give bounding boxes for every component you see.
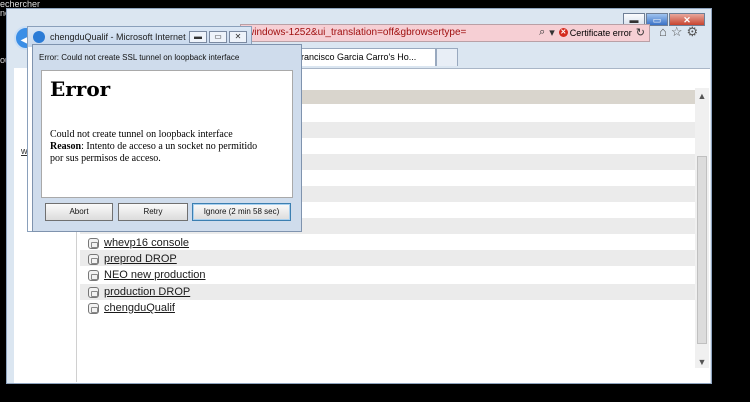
server-link[interactable]: NEO new production xyxy=(104,269,206,281)
toolbar-icons: ⌂ ☆ ⚙ xyxy=(659,24,698,40)
certificate-error-label: Certificate error xyxy=(569,27,632,38)
tools-icon[interactable]: ⚙ xyxy=(687,24,699,40)
database-icon xyxy=(88,286,99,298)
error-icon: ✕ xyxy=(558,28,568,37)
scroll-up-icon[interactable]: ▲ xyxy=(695,90,709,102)
scrollbar-thumb[interactable] xyxy=(697,156,707,344)
server-link[interactable]: chengduQualif xyxy=(104,302,175,314)
database-icon xyxy=(88,237,99,249)
error-heading: Error xyxy=(50,77,111,101)
search-icon[interactable]: ⌕ xyxy=(539,26,545,39)
dialog-message-panel: Error Could not create tunnel on loopbac… xyxy=(41,70,293,198)
reason-label: Reason xyxy=(50,141,82,152)
database-icon xyxy=(88,253,99,265)
dialog-title: Error: Could not create SSL tunnel on lo… xyxy=(39,53,240,62)
ignore-button[interactable]: Ignore (2 min 58 sec) xyxy=(192,203,291,221)
list-item[interactable]: whevp16 console xyxy=(88,235,189,251)
home-icon[interactable]: ⌂ xyxy=(659,24,667,40)
popup-close-button[interactable]: ✕ xyxy=(229,31,247,43)
error-reason: Reason: Intento de acceso a un socket no… xyxy=(50,141,257,152)
favorites-icon[interactable]: ☆ xyxy=(671,24,683,40)
error-reason-cont: por sus permisos de acceso. xyxy=(50,153,161,164)
abort-button[interactable]: Abort xyxy=(45,203,113,221)
error-dialog: Error: Could not create SSL tunnel on lo… xyxy=(32,44,302,232)
list-item[interactable]: NEO new production xyxy=(88,267,206,283)
list-item[interactable]: chengduQualif xyxy=(88,300,175,316)
refresh-icon[interactable]: ↻ xyxy=(636,26,645,39)
popup-maximize-button[interactable]: ▭ xyxy=(209,31,227,43)
database-icon xyxy=(88,269,99,281)
ie-logo-icon xyxy=(33,31,45,43)
server-link[interactable]: whevp16 console xyxy=(104,237,189,249)
database-icon xyxy=(88,302,99,314)
address-bar[interactable]: windows-1252&ui_translation=off&gbrowser… xyxy=(240,24,650,42)
server-link[interactable]: preprod DROP xyxy=(104,253,177,265)
list-item[interactable]: preprod DROP xyxy=(88,251,177,267)
server-link[interactable]: production DROP xyxy=(104,286,190,298)
browser-tab[interactable]: rancisco Garcia Carro's Ho... xyxy=(294,48,436,66)
popup-minimize-button[interactable]: ▬ xyxy=(189,31,207,43)
popup-window-title: chengduQualif - Microsoft Internet ... xyxy=(50,32,196,42)
new-tab-button[interactable] xyxy=(436,48,458,66)
popup-caption-buttons: ▬ ▭ ✕ xyxy=(189,31,247,43)
scroll-down-icon[interactable]: ▼ xyxy=(695,356,709,368)
dropdown-arrow-icon[interactable]: ▾ xyxy=(549,26,555,39)
certificate-error[interactable]: ✕ Certificate error xyxy=(558,27,632,38)
address-text: windows-1252&ui_translation=off&gbrowser… xyxy=(247,27,467,38)
list-item[interactable]: production DROP xyxy=(88,284,190,300)
retry-button[interactable]: Retry xyxy=(118,203,188,221)
reason-text: : Intento de acceso a un socket no permi… xyxy=(81,141,258,152)
address-icons: ⌕ ▾ ✕ Certificate error ↻ xyxy=(539,26,645,39)
error-message: Could not create tunnel on loopback inte… xyxy=(50,129,233,140)
